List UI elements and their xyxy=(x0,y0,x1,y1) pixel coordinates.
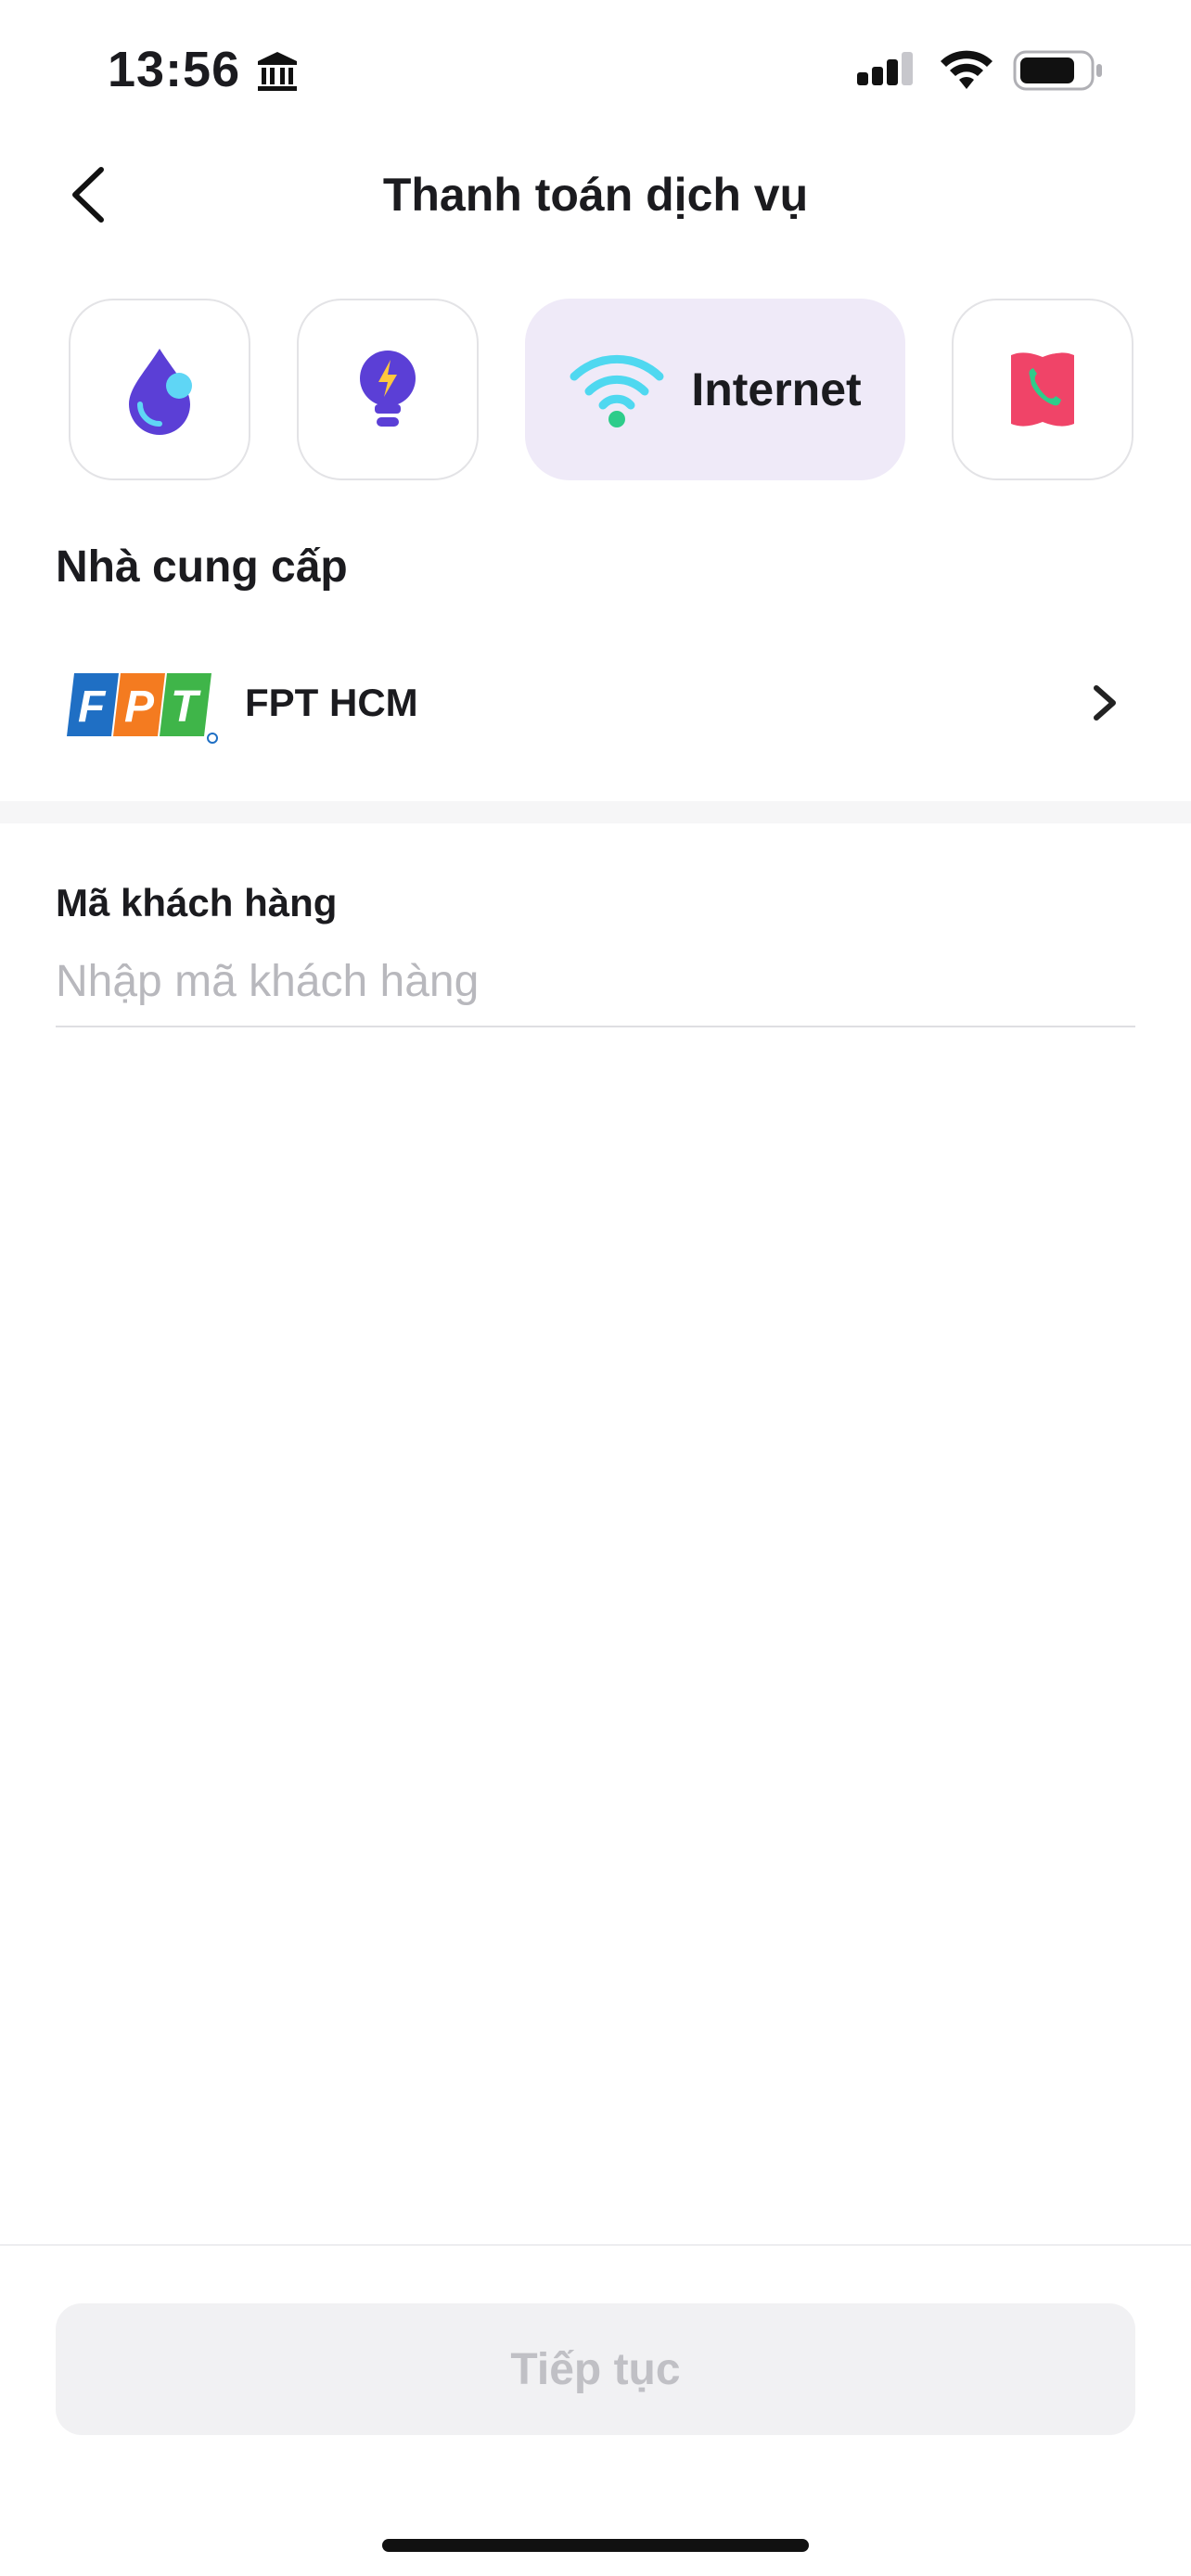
tab-electricity[interactable] xyxy=(297,299,479,480)
status-time: 13:56 xyxy=(108,42,241,97)
wifi-status-icon xyxy=(941,50,992,89)
customer-code-label: Mã khách hàng xyxy=(56,881,338,925)
continue-button[interactable]: Tiếp tục xyxy=(56,2303,1135,2435)
lightbulb-icon xyxy=(360,351,416,427)
service-tabs: Internet xyxy=(69,299,1191,484)
phone-icon xyxy=(1011,352,1074,427)
wifi-icon xyxy=(570,354,664,427)
provider-selector[interactable]: F P T FPT HCM xyxy=(56,649,1135,757)
tab-phone[interactable] xyxy=(952,299,1133,480)
section-divider xyxy=(0,801,1191,823)
tab-internet-label: Internet xyxy=(691,363,862,415)
provider-section-title: Nhà cung cấp xyxy=(56,542,348,592)
fpt-logo: F P T xyxy=(67,673,218,744)
water-drop-icon xyxy=(129,349,192,435)
footer-divider xyxy=(0,2244,1191,2246)
bank-icon xyxy=(258,52,297,91)
signal-icon xyxy=(857,52,913,85)
customer-code-input[interactable] xyxy=(56,937,1135,1027)
tab-water[interactable] xyxy=(69,299,250,480)
provider-name: FPT HCM xyxy=(245,681,418,724)
header: Thanh toán dịch vụ xyxy=(0,139,1191,250)
svg-text:P: P xyxy=(124,682,155,732)
battery-icon xyxy=(1013,50,1102,91)
chevron-right-icon xyxy=(1094,685,1116,721)
tab-internet[interactable]: Internet xyxy=(525,299,905,480)
status-bar: 13:56 xyxy=(0,0,1191,139)
page-title: Thanh toán dịch vụ xyxy=(382,169,809,221)
svg-text:F: F xyxy=(78,682,107,732)
svg-text:T: T xyxy=(171,682,201,732)
home-indicator xyxy=(382,2539,809,2552)
